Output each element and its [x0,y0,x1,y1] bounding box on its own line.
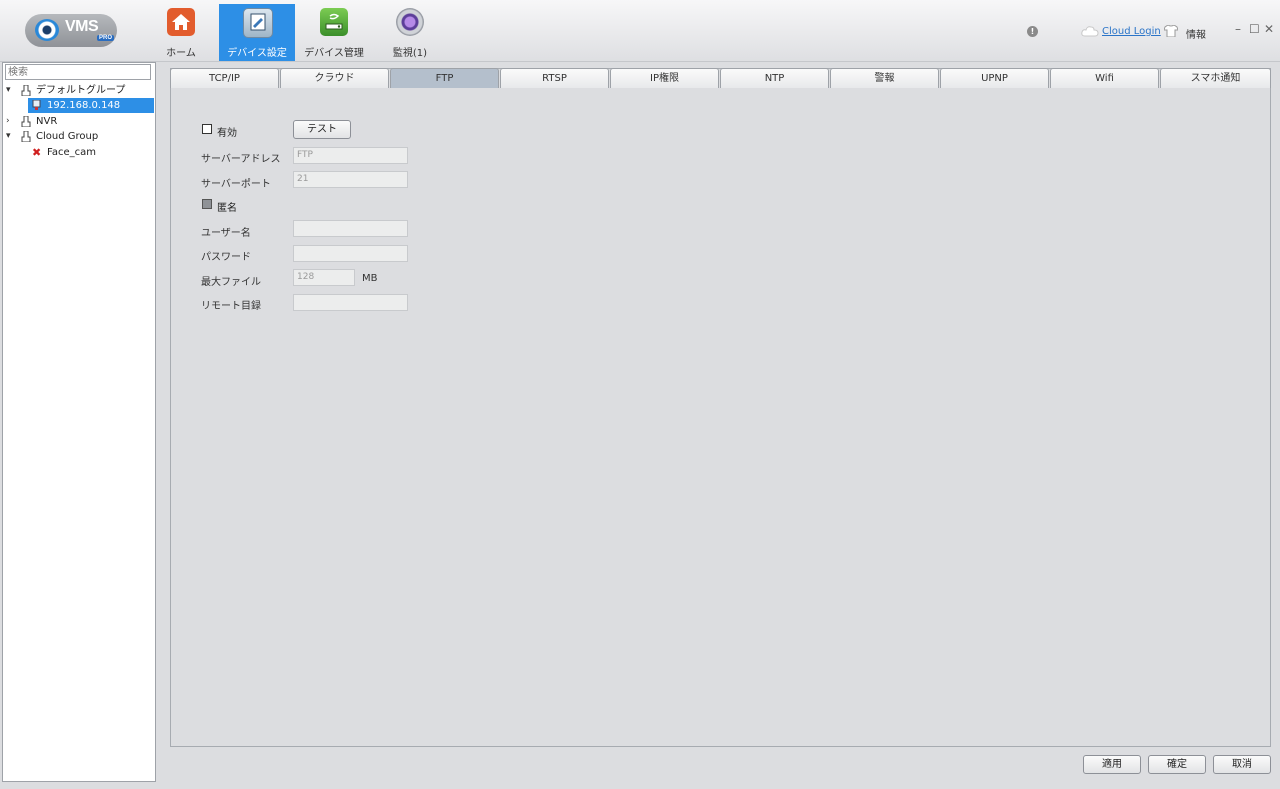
nav-device-settings-label: デバイス設定 [227,48,287,59]
tree-device-label: 192.168.0.148 [47,100,121,111]
server-port-input[interactable]: 21 [293,171,408,188]
tree-device-label: Face_cam [47,147,96,158]
tab-alarm[interactable]: 警報 [830,68,939,88]
max-file-input[interactable]: 128 [293,269,355,286]
tree-group-default[interactable]: ▾ デフォルトグループ [6,83,152,98]
group-icon [21,85,31,96]
remote-dir-input[interactable] [293,294,408,311]
tab-cloud[interactable]: クラウド [280,68,389,88]
password-input[interactable] [293,245,408,262]
tree-group-cloud[interactable]: ▾ Cloud Group [6,129,152,144]
nav-device-management-label: デバイス管理 [304,48,364,59]
logo-text: VMS [65,18,99,35]
cloud-login-link[interactable]: Cloud Login [1102,26,1161,37]
group-icon [21,116,31,127]
tab-mobile-notification[interactable]: スマホ通知 [1160,68,1271,88]
server-port-label: サーバーポート [201,179,271,190]
device-management-icon [320,8,348,36]
minimize-button[interactable]: – [1235,22,1241,36]
device-settings-icon [243,8,273,38]
group-icon [21,131,31,142]
username-label: ユーザー名 [201,228,251,239]
chevron-right-icon[interactable]: › [6,114,16,129]
tab-rtsp[interactable]: RTSP [500,68,609,88]
offline-x-icon: ✖ [32,146,42,159]
close-button[interactable]: ✕ [1264,22,1274,36]
tab-wifi[interactable]: Wifi [1050,68,1159,88]
camera-device-icon [32,100,41,110]
nav-home-label: ホーム [166,48,196,59]
remote-dir-label: リモート目録 [201,301,261,312]
server-address-input[interactable]: FTP [293,147,408,164]
nav-monitor-label: 監視(1) [392,48,428,59]
device-tree-panel: ▾ デフォルトグループ 192.168.0.148 › NVR ▾ Cloud … [2,62,156,782]
vms-logo: VMS PRO [25,14,117,47]
alert-icon[interactable]: ! [1027,26,1038,37]
home-icon [167,8,195,36]
nav-device-management[interactable]: デバイス管理 [296,4,372,61]
enable-label: 有効 [217,128,237,139]
tab-ip-permission[interactable]: IP権限 [610,68,719,88]
settings-tabs: TCP/IP クラウド FTP RTSP IP権限 NTP 警報 UPNP Wi… [170,68,1271,88]
cancel-button[interactable]: 取消 [1213,755,1271,774]
tree-group-label: デフォルトグループ [36,85,126,96]
password-label: パスワード [201,252,251,263]
tab-ftp[interactable]: FTP [390,68,499,88]
camera-eye-icon [35,19,59,41]
nav-monitor[interactable]: 監視(1) [372,4,448,61]
apply-button[interactable]: 適用 [1083,755,1141,774]
chevron-down-icon[interactable]: ▾ [6,129,16,144]
nav-home[interactable]: ホーム [143,4,219,61]
tree-device-face-cam[interactable]: ✖ Face_cam [28,145,152,160]
ok-button[interactable]: 確定 [1148,755,1206,774]
test-button[interactable]: テスト [293,120,351,139]
chevron-down-icon[interactable]: ▾ [6,83,16,98]
nav-device-settings[interactable]: デバイス設定 [219,4,295,61]
search-input[interactable] [5,64,151,80]
max-file-unit: MB [362,273,378,284]
tree-device-192-168-0-148[interactable]: 192.168.0.148 [28,98,154,113]
enable-checkbox[interactable] [202,124,212,134]
shirt-icon[interactable] [1164,25,1178,37]
top-toolbar: VMS PRO ホーム デバイス設定 デバイス管理 監視(1) ! Cloud … [0,0,1280,62]
cloud-icon [1081,26,1099,37]
settings-content-panel [170,68,1271,747]
tab-tcpip[interactable]: TCP/IP [170,68,279,88]
anonymous-checkbox[interactable] [202,199,212,209]
tree-group-nvr[interactable]: › NVR [6,114,152,129]
tree-group-label: NVR [36,116,58,127]
monitor-camera-icon [396,8,424,36]
username-input[interactable] [293,220,408,237]
maximize-button[interactable]: ☐ [1249,22,1260,36]
server-address-label: サーバーアドレス [201,154,281,165]
tab-ntp[interactable]: NTP [720,68,829,88]
logo-badge: PRO [97,35,115,41]
tree-group-label: Cloud Group [36,131,99,142]
info-label[interactable]: 情報 [1186,26,1206,41]
tab-upnp[interactable]: UPNP [940,68,1049,88]
max-file-label: 最大ファイル [201,277,261,288]
anonymous-label: 匿名 [217,203,237,214]
